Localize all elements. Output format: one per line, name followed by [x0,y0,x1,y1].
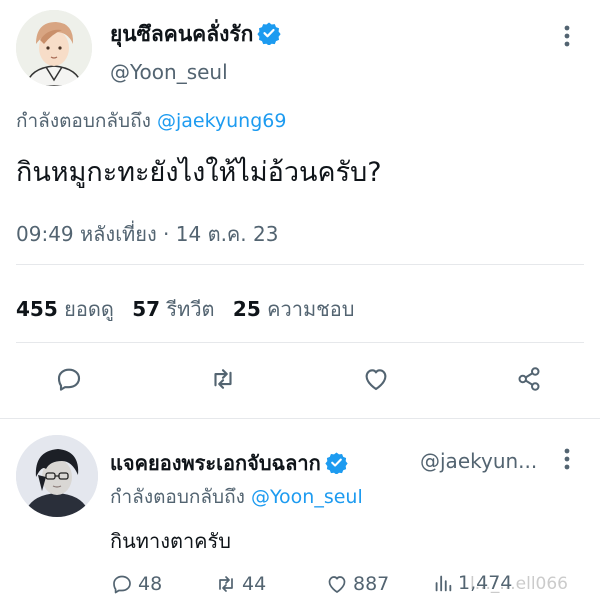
display-name-text[interactable]: แจคยองพระเอกจับฉลาก [110,451,321,475]
likes-count[interactable]: 25 [233,297,261,321]
tweet-stats: 455 ยอดดู 57 รีทวีต 25 ความชอบ [16,293,366,325]
avatar[interactable] [16,435,98,517]
handle[interactable]: @Yoon_seul [110,60,228,84]
views-count[interactable]: 455 [16,297,58,321]
like-button[interactable]: 887 [325,572,389,596]
handle[interactable]: @jaekyun... [420,449,537,473]
tweet-text: กินทางตาครับ [110,529,231,553]
retweets-label: รีทวีต [166,297,215,321]
verified-badge-icon [257,21,281,50]
retweets-count[interactable]: 57 [132,297,160,321]
like-count: 887 [353,573,390,595]
retweet-button[interactable] [205,361,241,397]
mention-link[interactable]: @jaekyung69 [157,110,287,132]
more-options-icon[interactable] [555,447,579,471]
retweet-button[interactable]: 44 [214,572,266,596]
timestamp[interactable]: 09:49 หลังเที่ยง · 14 ต.ค. 23 [16,218,278,250]
like-icon [328,576,346,593]
tweet-text: กินหมูกะทะยังไงให้ไม่อ้วนครับ? [16,157,382,188]
replying-prefix: กำลังตอบกลับถึง [110,486,245,508]
share-button[interactable] [511,361,547,397]
reply-button[interactable]: 48 [110,572,162,596]
mention-link[interactable]: @Yoon_seul [251,486,363,508]
likes-label: ความชอบ [267,297,355,321]
replying-to: กำลังตอบกลับถึง @Yoon_seul [110,482,363,512]
like-button[interactable] [358,361,394,397]
display-name[interactable]: แจคยองพระเอกจับฉลาก [110,447,348,479]
views-icon [435,575,452,592]
reply-icon [57,368,81,391]
watermark-text: l..._...ell066 [470,574,568,594]
replying-to: กำลังตอบกลับถึง @jaekyung69 [16,106,286,136]
display-name[interactable]: ยุนซึลคนคลั่งรัก [110,18,281,51]
tweet-separator [0,418,600,419]
verified-badge-icon [325,451,348,479]
display-name-text[interactable]: ยุนซึลคนคลั่งรัก [110,22,253,46]
share-icon [518,367,540,391]
more-options-icon[interactable] [555,24,579,48]
retweet-icon [219,576,233,592]
reply-button[interactable] [51,361,87,397]
retweet-icon [214,369,232,389]
retweet-count: 44 [242,573,267,595]
like-icon [365,369,387,391]
reply-icon [113,575,131,594]
divider [16,342,584,343]
reply-count: 48 [138,573,163,595]
replying-prefix: กำลังตอบกลับถึง [16,110,151,132]
avatar[interactable] [16,10,92,86]
divider [16,264,584,265]
main-tweet: ยุนซึลคนคลั่งรัก @Yoon_seul กำลังตอบกลับ… [0,0,600,418]
views-label: ยอดดู [64,297,114,321]
